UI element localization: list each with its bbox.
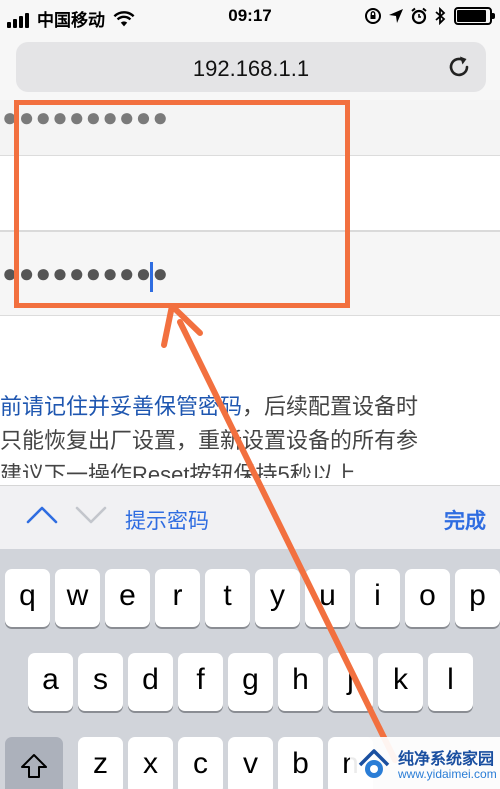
- key-j[interactable]: j: [328, 653, 373, 711]
- key-c[interactable]: c: [178, 737, 223, 789]
- notice-line-1: 前请记住并妥善保管密码，后续配置设备时: [0, 390, 500, 424]
- key-h[interactable]: h: [278, 653, 323, 711]
- password-notice: 前请记住并妥善保管密码，后续配置设备时 只能恢复出厂设置，重新设置设备的所有参 …: [0, 390, 500, 478]
- watermark-url: www.yidaimei.com: [398, 767, 497, 781]
- key-x[interactable]: x: [128, 737, 173, 789]
- bluetooth-icon: [435, 7, 446, 25]
- battery-level: [457, 10, 486, 22]
- next-field-chevron-down-icon[interactable]: [74, 504, 108, 526]
- watermark-title: 纯净系统家园: [398, 751, 495, 768]
- key-v[interactable]: v: [228, 737, 273, 789]
- done-button[interactable]: 完成: [444, 505, 486, 535]
- key-f[interactable]: f: [178, 653, 223, 711]
- suggest-password-button[interactable]: 提示密码: [125, 505, 209, 535]
- previous-field-chevron-up-icon[interactable]: [25, 504, 59, 526]
- alarm-icon: [411, 7, 427, 25]
- battery-icon: [454, 7, 495, 25]
- key-i[interactable]: i: [355, 569, 400, 627]
- url-text[interactable]: 192.168.1.1: [16, 56, 486, 82]
- address-bar[interactable]: 192.168.1.1: [16, 42, 486, 92]
- key-s[interactable]: s: [78, 653, 123, 711]
- key-a[interactable]: a: [28, 653, 73, 711]
- key-t[interactable]: t: [205, 569, 250, 627]
- key-g[interactable]: g: [228, 653, 273, 711]
- rotation-lock-icon: [365, 8, 381, 24]
- reload-icon[interactable]: [446, 54, 472, 80]
- shift-key[interactable]: [5, 737, 63, 789]
- status-right: [358, 6, 495, 26]
- key-q[interactable]: q: [5, 569, 50, 627]
- notice-highlight: 前请记住并妥善保管密码: [0, 394, 243, 419]
- watermark-logo-icon: [358, 749, 390, 778]
- key-b[interactable]: b: [278, 737, 323, 789]
- status-bar: 中国移动 09:17: [0, 0, 500, 34]
- key-e[interactable]: e: [105, 569, 150, 627]
- key-z[interactable]: z: [78, 737, 123, 789]
- key-r[interactable]: r: [155, 569, 200, 627]
- notice-line-2: 只能恢复出厂设置，重新设置设备的所有参: [0, 428, 419, 453]
- keyboard-accessory-bar: 提示密码 完成: [0, 485, 500, 549]
- key-y[interactable]: y: [255, 569, 300, 627]
- key-k[interactable]: k: [378, 653, 423, 711]
- key-w[interactable]: w: [55, 569, 100, 627]
- key-o[interactable]: o: [405, 569, 450, 627]
- key-u[interactable]: u: [305, 569, 350, 627]
- key-p[interactable]: p: [455, 569, 500, 627]
- browser-toolbar: 192.168.1.1: [0, 34, 500, 100]
- key-l[interactable]: l: [428, 653, 473, 711]
- location-icon: [389, 9, 403, 23]
- watermark: 纯净系统家园 www.yidaimei.com: [350, 737, 500, 789]
- shift-arrow-icon: [21, 754, 47, 778]
- notice-line-1-rest: ，后续配置设备时: [242, 394, 419, 419]
- key-d[interactable]: d: [128, 653, 173, 711]
- annotation-highlight-box: [14, 100, 350, 308]
- notice-line-3: 建议下一操作Reset按钮保持5秒以上: [0, 462, 356, 478]
